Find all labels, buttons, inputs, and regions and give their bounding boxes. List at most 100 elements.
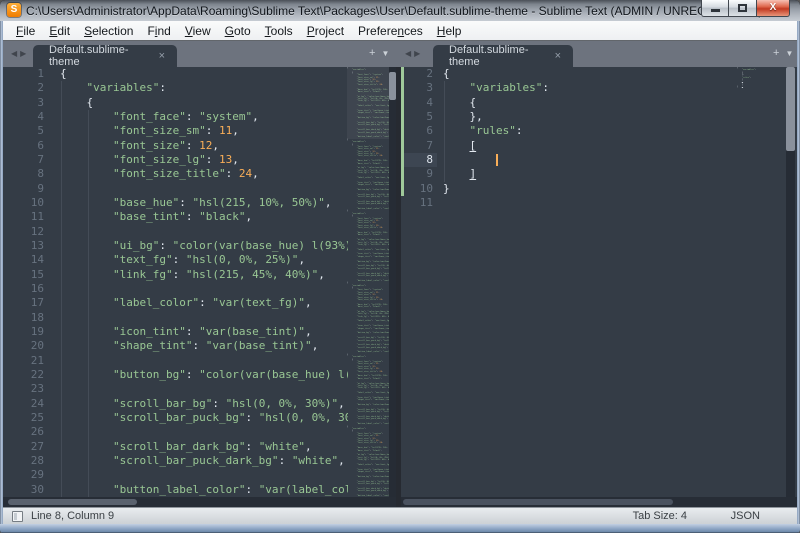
- tab-size-status[interactable]: Tab Size: 4: [633, 510, 687, 522]
- code-line: "shape_tint": "var(base_tint)",: [60, 339, 348, 353]
- code-line: "scroll_bar_puck_dark_bg": "white",: [60, 454, 348, 468]
- code-line: {: [443, 96, 733, 110]
- code-line: "base_hue": "hsl(215, 10%, 50%)",: [60, 196, 348, 210]
- code-line: "font_size_title": 24,: [60, 167, 348, 181]
- code-line: "scroll_bar_puck_bg": "hsl(0, 0%, 30%)",: [347, 268, 389, 270]
- tab-scroll-arrows-left-pane[interactable]: ◀▶: [11, 49, 29, 58]
- menu-item-edit[interactable]: Edit: [42, 22, 77, 40]
- code-line: "font_size_title": 24,: [347, 155, 389, 157]
- menu-item-help[interactable]: Help: [430, 22, 469, 40]
- menu-bar: FileEditSelectionFindViewGotoToolsProjec…: [3, 21, 797, 41]
- line-number: 8: [3, 167, 44, 181]
- minimap-right-pane[interactable]: { "variables": { }, "rules": [ ]}: [737, 67, 781, 497]
- code-line: "rules":: [443, 124, 733, 138]
- line-number: 11: [404, 196, 433, 210]
- line-number: 4: [404, 96, 433, 110]
- code-line: "variables":: [443, 81, 733, 95]
- line-number: 1: [3, 67, 44, 81]
- window-border-left: [0, 21, 3, 524]
- menu-item-selection[interactable]: Selection: [77, 22, 140, 40]
- new-tab-button[interactable]: +: [369, 47, 375, 59]
- code-line: "button_label_color": "var(label_color)"…: [347, 351, 389, 353]
- code-area-right-pane[interactable]: { "variables": { }, "rules": [ ]}: [443, 67, 733, 497]
- vertical-scrollbar-thumb[interactable]: [786, 67, 795, 151]
- menu-item-preferences[interactable]: Preferences: [351, 22, 430, 40]
- tab-label: Default.sublime-theme: [449, 44, 533, 68]
- line-number: 13: [3, 239, 44, 253]
- code-line: "label_color": "var(text_fg)",: [60, 296, 348, 310]
- code-line: "font_size_lg": 13,: [60, 153, 348, 167]
- tab-scroll-right-icon[interactable]: ▶: [414, 49, 423, 58]
- window-border-bottom: [0, 524, 800, 533]
- tab-overflow-button[interactable]: ▼: [785, 49, 793, 58]
- text-caret: [496, 154, 498, 166]
- code-line: "button_bg": "color(var(base_hue) l(97%)…: [347, 332, 389, 334]
- maximize-icon: [738, 4, 747, 12]
- code-line: "shape_tint": "var(base_tint)",: [347, 399, 389, 401]
- gutter-right-pane: 234567891011: [404, 67, 433, 210]
- code-line: "shape_tint": "var(base_tint)",: [347, 184, 389, 186]
- tab-scroll-right-icon[interactable]: ▶: [20, 49, 29, 58]
- horizontal-scrollbar-thumb[interactable]: [403, 499, 673, 505]
- tab-scroll-left-icon[interactable]: ◀: [405, 49, 414, 58]
- new-tab-button[interactable]: +: [773, 47, 779, 59]
- gutter-left-pane: 1234567891011121314151617181920212223242…: [3, 67, 44, 497]
- tab-overflow-button[interactable]: ▼: [381, 49, 389, 58]
- sublime-text-window: S C:\Users\Administrator\AppData\Roaming…: [0, 0, 800, 533]
- syntax-status[interactable]: JSON: [731, 510, 760, 522]
- app-icon[interactable]: S: [7, 3, 21, 17]
- menu-item-file[interactable]: File: [9, 22, 42, 40]
- vertical-scrollbar-thumb[interactable]: [389, 72, 396, 100]
- code-line: "scroll_bar_bg": "hsl(0, 0%, 30%)",: [60, 397, 348, 411]
- code-line: "button_label_color": "var(label_color)"…: [60, 483, 348, 497]
- code-line: "scroll_bar_puck_dark_bg": "white",: [347, 347, 389, 349]
- line-number: 18: [3, 311, 44, 325]
- tab-scroll-left-icon[interactable]: ◀: [11, 49, 20, 58]
- code-line: "font_size_title": 24,: [347, 227, 389, 229]
- code-line: "scroll_bar_puck_dark_bg": "white",: [347, 490, 389, 492]
- line-number: 20: [3, 339, 44, 353]
- tab-default-sublime-theme-right[interactable]: Default.sublime-theme ×: [433, 45, 573, 67]
- code-line: "button_bg": "color(var(base_hue) l(97%)…: [347, 476, 389, 478]
- minimap-viewport[interactable]: [347, 67, 389, 139]
- title-bar[interactable]: S C:\Users\Administrator\AppData\Roaming…: [0, 0, 800, 21]
- code-line: "button_label_color": "var(label_color)"…: [347, 423, 389, 425]
- code-line: [60, 425, 348, 439]
- menu-item-find[interactable]: Find: [140, 22, 177, 40]
- code-line: "link_fg": "hsl(215, 45%, 40%)",: [347, 172, 389, 174]
- menu-item-goto[interactable]: Goto: [218, 22, 258, 40]
- tab-actions-right-pane: +▼: [767, 47, 793, 59]
- window-title: C:\Users\Administrator\AppData\Roaming\S…: [26, 4, 762, 18]
- code-area-left-pane[interactable]: { "variables": { "font_face": "system", …: [60, 67, 348, 497]
- line-number: 26: [3, 425, 44, 439]
- menu-item-tools[interactable]: Tools: [258, 22, 300, 40]
- close-button[interactable]: X: [756, 0, 790, 17]
- minimize-button[interactable]: [701, 0, 729, 17]
- code-line: "button_bg": "color(var(base_hue) l(97%)…: [60, 368, 348, 382]
- line-number: 8: [404, 153, 433, 167]
- line-number: 12: [3, 225, 44, 239]
- minimize-icon: [711, 9, 720, 12]
- tab-close-icon[interactable]: ×: [555, 50, 561, 62]
- panel-switcher-icon[interactable]: [12, 511, 23, 522]
- code-line: "text_fg": "hsl(0, 0%, 25%)",: [60, 253, 348, 267]
- tab-actions-left-pane: +▼: [363, 47, 389, 59]
- line-number: 10: [3, 196, 44, 210]
- vertical-scrollbar-left-pane[interactable]: [389, 67, 396, 497]
- code-line: }: [443, 182, 733, 196]
- tab-default-sublime-theme-left[interactable]: Default.sublime-theme ×: [33, 45, 177, 67]
- code-line: "font_size_title": 24,: [347, 371, 389, 373]
- maximize-button[interactable]: [729, 0, 756, 17]
- menu-item-view[interactable]: View: [178, 22, 218, 40]
- code-line: "font_size_title": 24,: [347, 442, 389, 444]
- line-number: 5: [404, 110, 433, 124]
- line-number: 25: [3, 411, 44, 425]
- tab-label: Default.sublime-theme: [49, 44, 137, 68]
- horizontal-scrollbar-thumb[interactable]: [8, 499, 137, 505]
- menu-item-project[interactable]: Project: [300, 22, 351, 40]
- line-number: 24: [3, 397, 44, 411]
- tab-close-icon[interactable]: ×: [159, 50, 165, 62]
- line-number: 23: [3, 382, 44, 396]
- tab-scroll-arrows-right-pane[interactable]: ◀▶: [405, 49, 423, 58]
- code-line: "button_bg": "color(var(base_hue) l(97%)…: [347, 189, 389, 191]
